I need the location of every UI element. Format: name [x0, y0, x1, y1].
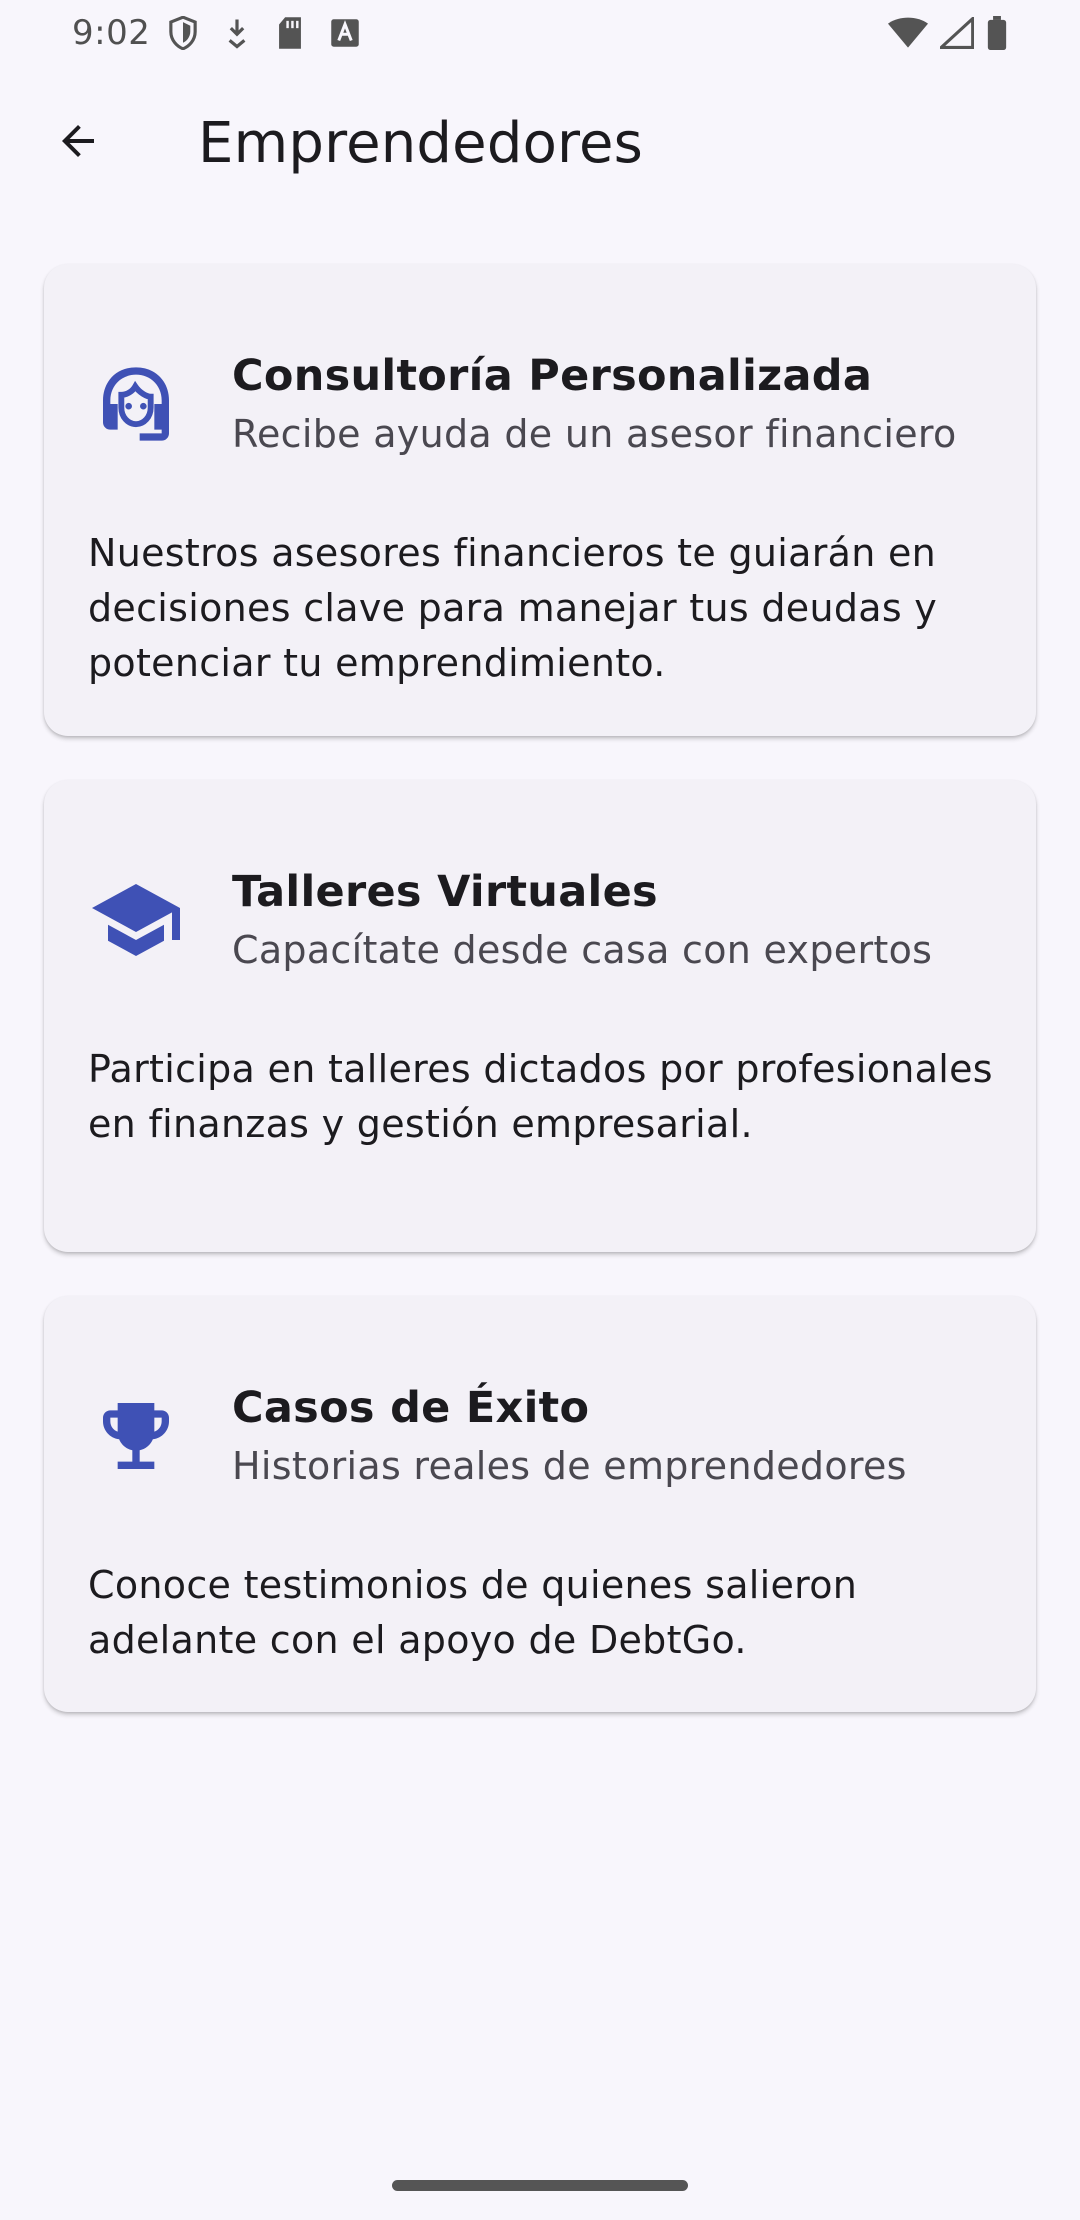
card-heading: Talleres Virtuales Capacítate desde casa… — [232, 864, 932, 978]
headset-support-icon — [88, 356, 184, 452]
battery-icon — [986, 16, 1008, 50]
arrow-back-icon — [54, 117, 102, 169]
card-header: Casos de Éxito Historias reales de empre… — [88, 1380, 992, 1494]
gesture-navigation-bar[interactable] — [392, 2180, 688, 2191]
card-title: Talleres Virtuales — [232, 867, 658, 917]
page-title: Emprendedores — [198, 110, 644, 176]
card-title: Casos de Éxito — [232, 1383, 590, 1433]
download-icon — [224, 17, 250, 49]
card-header: Consultoría Personalizada Recibe ayuda d… — [88, 348, 992, 462]
wifi-icon — [888, 17, 928, 49]
card-header: Talleres Virtuales Capacítate desde casa… — [88, 864, 992, 978]
card-description: Conoce testimonios de quienes salieron a… — [88, 1563, 858, 1662]
status-notification-icons — [168, 16, 360, 50]
card-heading: Casos de Éxito Historias reales de empre… — [232, 1380, 907, 1494]
card-talleres[interactable]: Talleres Virtuales Capacítate desde casa… — [44, 780, 1036, 1252]
app-bar: Emprendedores — [0, 90, 1080, 196]
card-title: Consultoría Personalizada — [232, 351, 873, 401]
shield-icon — [168, 16, 198, 50]
card-list: Consultoría Personalizada Recibe ayuda d… — [44, 264, 1036, 1712]
sd-card-icon — [276, 16, 304, 50]
card-subtitle: Historias reales de emprendedores — [232, 1444, 907, 1488]
status-time: 9:02 — [72, 13, 151, 53]
cell-signal-icon — [940, 17, 974, 49]
card-consultoria[interactable]: Consultoría Personalizada Recibe ayuda d… — [44, 264, 1036, 736]
card-heading: Consultoría Personalizada Recibe ayuda d… — [232, 348, 957, 462]
status-system-icons — [888, 16, 1008, 50]
card-subtitle: Capacítate desde casa con expertos — [232, 928, 933, 972]
card-casos-exito[interactable]: Casos de Éxito Historias reales de empre… — [44, 1296, 1036, 1712]
card-description: Participa en talleres dictados por profe… — [88, 1047, 993, 1146]
status-bar: 9:02 — [0, 0, 1080, 66]
graduation-cap-icon — [88, 872, 184, 968]
screen: 9:02 Emprendedores Consultoría Personali… — [0, 0, 1080, 2220]
trophy-icon — [88, 1388, 184, 1484]
card-subtitle: Recibe ayuda de un asesor financiero — [232, 412, 957, 456]
font-a-icon — [330, 18, 360, 48]
back-button[interactable] — [30, 95, 126, 191]
card-description: Nuestros asesores financieros te guiarán… — [88, 531, 938, 685]
